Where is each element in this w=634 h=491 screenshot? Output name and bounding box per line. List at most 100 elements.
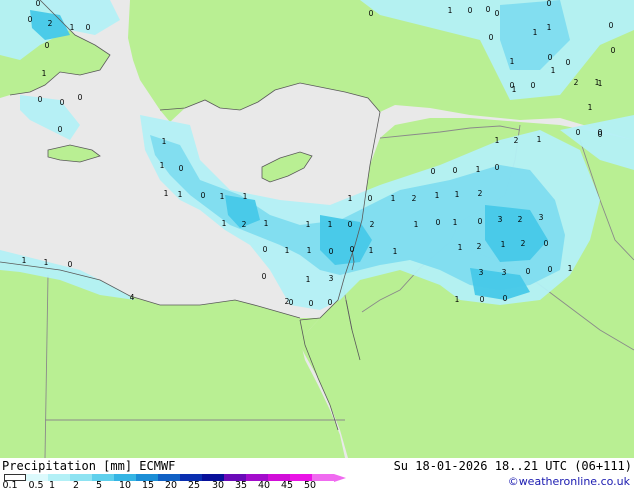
precip-value-label: 0 <box>60 98 65 107</box>
precip-value-label: 2 <box>242 220 247 229</box>
precip-value-label: 0 <box>262 272 267 281</box>
precip-value-label: 1 <box>164 189 169 198</box>
precip-value-label: 0 <box>68 260 73 269</box>
precip-value-label: 0 <box>495 9 500 18</box>
precip-value-label: 0 <box>350 245 355 254</box>
precip-value-label: 0 <box>548 53 553 62</box>
precip-value-label: 0 <box>329 247 334 256</box>
precip-value-label: 1 <box>453 218 458 227</box>
precip-value-label: 1 <box>306 275 311 284</box>
precip-value-label: 4 <box>130 293 135 302</box>
precip-value-label: 0 <box>201 191 206 200</box>
precip-value-label: 1 <box>222 219 227 228</box>
precip-value-label: 0 <box>489 33 494 42</box>
precip-value-label: 1 <box>391 194 396 203</box>
precip-value-label: 1 <box>476 165 481 174</box>
precip-value-label: 1 <box>369 246 374 255</box>
precip-value-label: 1 <box>510 57 515 66</box>
precip-value-label: 0 <box>436 218 441 227</box>
precip-value-label: 0 <box>368 194 373 203</box>
precip-value-label: 0 <box>453 166 458 175</box>
precip-value-label: 1 <box>160 161 165 170</box>
precip-value-label: 0 <box>478 217 483 226</box>
precip-value-label: 0 <box>86 23 91 32</box>
precip-value-label: 1 <box>458 243 463 252</box>
precip-value-label: 1 <box>285 246 290 255</box>
precip-value-label: 3 <box>498 215 503 224</box>
precip-value-label: 0 <box>486 5 491 14</box>
precip-value-label: 0 <box>78 93 83 102</box>
precip-value-label: 1 <box>220 192 225 201</box>
precip-value-label: 1 <box>533 28 538 37</box>
precip-value-label: 0 <box>328 298 333 307</box>
precip-value-label: 2 <box>521 239 526 248</box>
precip-value-label: 0 <box>609 21 614 30</box>
precip-value-label: 1 <box>22 256 27 265</box>
precip-value-label: 2 <box>478 189 483 198</box>
precip-value-label: 0 <box>495 163 500 172</box>
precip-value-label: 1 <box>598 79 603 88</box>
precip-value-label: 2 <box>48 19 53 28</box>
precip-value-label: 1 <box>348 194 353 203</box>
precip-value-label: 1 <box>551 66 556 75</box>
precip-value-label: 0 <box>503 294 508 303</box>
precip-value-label: 1 <box>455 190 460 199</box>
precip-value-label: 1 <box>162 137 167 146</box>
precip-value-label: 0 <box>263 245 268 254</box>
precip-value-label: 0 <box>369 9 374 18</box>
precip-value-label: 1 <box>243 192 248 201</box>
precip-value-label: 1 <box>264 219 269 228</box>
precip-value-label: 2 <box>574 78 579 87</box>
precip-value-label: 2 <box>518 215 523 224</box>
precip-value-label: 0 <box>576 128 581 137</box>
precip-value-label: 1 <box>448 6 453 15</box>
precip-value-label: 0 <box>611 46 616 55</box>
precip-value-label: 2 <box>285 297 290 306</box>
precip-value-label: 1 <box>495 136 500 145</box>
precip-value-label: 3 <box>539 213 544 222</box>
precip-value-label: 1 <box>307 246 312 255</box>
precip-value-label: 1 <box>588 103 593 112</box>
precip-value-label: 0 <box>28 15 33 24</box>
precip-value-label: 0 <box>38 95 43 104</box>
precip-value-label: 1 <box>414 220 419 229</box>
precip-value-label: 0 <box>431 167 436 176</box>
map-title: Precipitation [mm] ECMWF <box>2 459 176 473</box>
precip-value-label: 0 <box>36 0 41 8</box>
map-canvas: 00 2 1 0010 0000 1 0 00011001 01012 1010 011 01 1 0 1 1… <box>0 0 634 458</box>
precip-value-label: 1 <box>70 23 75 32</box>
precip-value-label: 1 <box>501 240 506 249</box>
precip-value-label: 1 <box>42 69 47 78</box>
precip-value-label: 1 <box>455 295 460 304</box>
precip-value-label: 1 <box>44 258 49 267</box>
precip-value-label: 1 <box>568 264 573 273</box>
precip-value-label: 3 <box>502 268 507 277</box>
precip-value-label: 0 <box>179 164 184 173</box>
precip-value-label: 1 <box>435 191 440 200</box>
precip-value-label: 0 <box>598 128 603 137</box>
precip-value-label: 2 <box>477 242 482 251</box>
precip-value-label: 2 <box>412 194 417 203</box>
precip-value-label: 0 <box>45 41 50 50</box>
precip-value-label: 2 <box>514 136 519 145</box>
precip-value-label: 0 <box>58 125 63 134</box>
precip-value-label: 0 <box>548 265 553 274</box>
precipitation-map: 0021001000001000011001010121010011011011… <box>0 0 634 458</box>
precip-value-label: 1 <box>393 247 398 256</box>
precip-value-label: 0 <box>309 299 314 308</box>
precip-value-label: 0 <box>510 81 515 90</box>
precip-value-label: 1 <box>178 190 183 199</box>
precip-value-label: 1 <box>328 220 333 229</box>
precip-value-label: 0 <box>566 58 571 67</box>
precip-value-label: 0 <box>526 267 531 276</box>
precip-value-label: 0 <box>544 239 549 248</box>
precip-value-label: 1 <box>306 220 311 229</box>
precip-value-label: 1 <box>547 23 552 32</box>
precip-value-label: 3 <box>329 274 334 283</box>
valid-time: Su 18-01-2026 18..21 UTC (06+111) <box>393 459 632 473</box>
precip-value-label: 0 <box>547 0 552 8</box>
precip-value-label: 0 <box>480 295 485 304</box>
precip-value-label: 0 <box>468 6 473 15</box>
precip-value-label: 3 <box>479 268 484 277</box>
precip-value-label: 1 <box>537 135 542 144</box>
